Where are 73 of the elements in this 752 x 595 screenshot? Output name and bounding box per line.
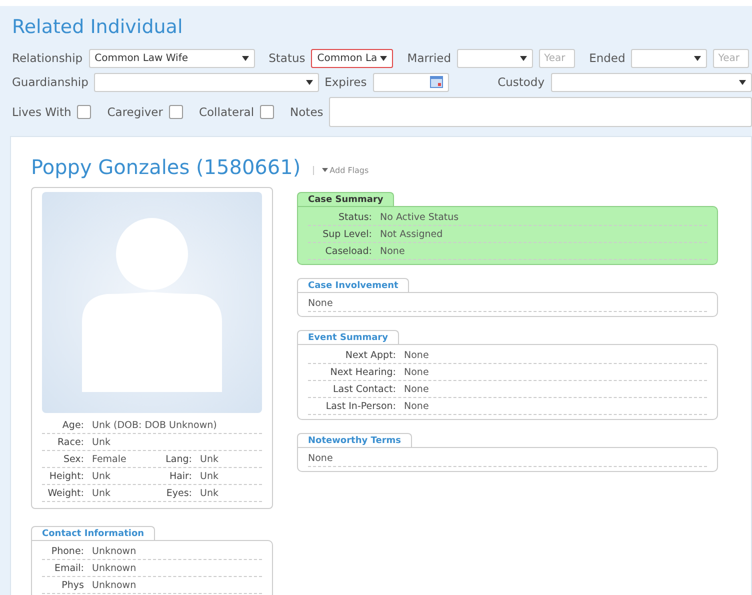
caret-icon	[694, 56, 702, 60]
caret-icon	[739, 80, 746, 84]
year-field[interactable]: Year	[539, 48, 576, 68]
dropdown[interactable]	[550, 72, 752, 92]
caret-icon	[520, 56, 528, 60]
dropdown[interactable]	[94, 72, 319, 92]
add-flags-link[interactable]: Add Flags	[312, 166, 369, 174]
checkbox-label: Collateral	[198, 105, 254, 119]
detail-value: Unk	[200, 470, 218, 482]
caret-icon	[322, 168, 328, 172]
caret-icon	[380, 56, 388, 60]
detail-value: Unk	[92, 470, 112, 482]
checkbox[interactable]	[168, 105, 183, 119]
detail-label: Age:	[61, 420, 85, 430]
detail-value: Unknown	[92, 546, 136, 556]
notes-field[interactable]	[329, 97, 752, 127]
detail-value: Unknown	[92, 580, 136, 590]
caret-icon	[306, 80, 313, 84]
summary-label: Sup Level:	[322, 228, 373, 240]
field-label: Expires	[324, 75, 367, 89]
dropdown[interactable]	[457, 48, 534, 68]
field-label: Relationship	[12, 51, 83, 65]
caret-icon	[242, 56, 249, 60]
checkbox[interactable]	[260, 105, 274, 119]
summary-label: Last In-Person:	[324, 400, 397, 412]
calendar-icon	[430, 76, 444, 88]
checkbox[interactable]	[77, 105, 92, 119]
detail-value: Unk (DOB: DOB Unknown)	[92, 420, 217, 430]
year-field[interactable]: Year	[713, 48, 750, 68]
checkbox-label: Lives With	[12, 105, 72, 119]
detail-value: Unk	[200, 454, 218, 464]
dropdown[interactable]	[631, 48, 708, 68]
summary-label: Next Appt:	[344, 350, 397, 360]
summary-label: Caseload:	[324, 246, 373, 256]
summary-value: None	[308, 298, 333, 308]
field-label: Married	[407, 51, 452, 65]
detail-label: Lang:	[164, 454, 193, 464]
summary-value: No Active Status	[380, 212, 459, 222]
detail-label: Height:	[48, 470, 85, 482]
summary-label: Last Contact:	[332, 384, 397, 394]
detail-value: Unknown	[92, 562, 136, 574]
detail-label: Email:	[53, 562, 85, 574]
summary-value: None	[404, 400, 429, 412]
person-name: Poppy Gonzales (1580661)	[31, 155, 301, 179]
summary-label: Next Hearing:	[329, 366, 397, 378]
summary-value: None	[404, 350, 429, 360]
detail-label: Weight:	[46, 488, 85, 498]
summary-value: Not Assigned	[380, 228, 443, 240]
detail-label: Hair:	[168, 470, 193, 482]
field-label: Custody	[498, 75, 545, 89]
detail-value: Unk	[200, 488, 218, 498]
page-title: Related Individual	[12, 16, 184, 38]
detail-label: Eyes:	[165, 488, 193, 498]
checkbox-label: Caregiver	[107, 105, 163, 119]
summary-value: None	[404, 384, 429, 394]
detail-value: Female	[92, 454, 128, 464]
detail-label: Phone:	[50, 546, 85, 556]
detail-label: Race:	[56, 436, 85, 448]
detail-label: Phys	[60, 580, 85, 590]
summary-value: None	[308, 452, 333, 464]
summary-value: None	[404, 366, 429, 378]
summary-value: None	[380, 246, 405, 256]
field-label: Ended	[589, 51, 626, 65]
detail-label: Sex:	[62, 454, 85, 464]
field-label: Status	[268, 51, 306, 65]
dropdown[interactable]: Common La	[311, 48, 394, 68]
date-field[interactable]	[372, 72, 450, 92]
dropdown[interactable]: Common Law Wife	[88, 48, 255, 68]
summary-label: Status:	[338, 212, 373, 222]
field-label: Notes	[290, 105, 324, 119]
detail-value: Unk	[92, 436, 110, 448]
detail-value: Unk	[92, 488, 112, 498]
field-label: Guardianship	[12, 75, 88, 89]
